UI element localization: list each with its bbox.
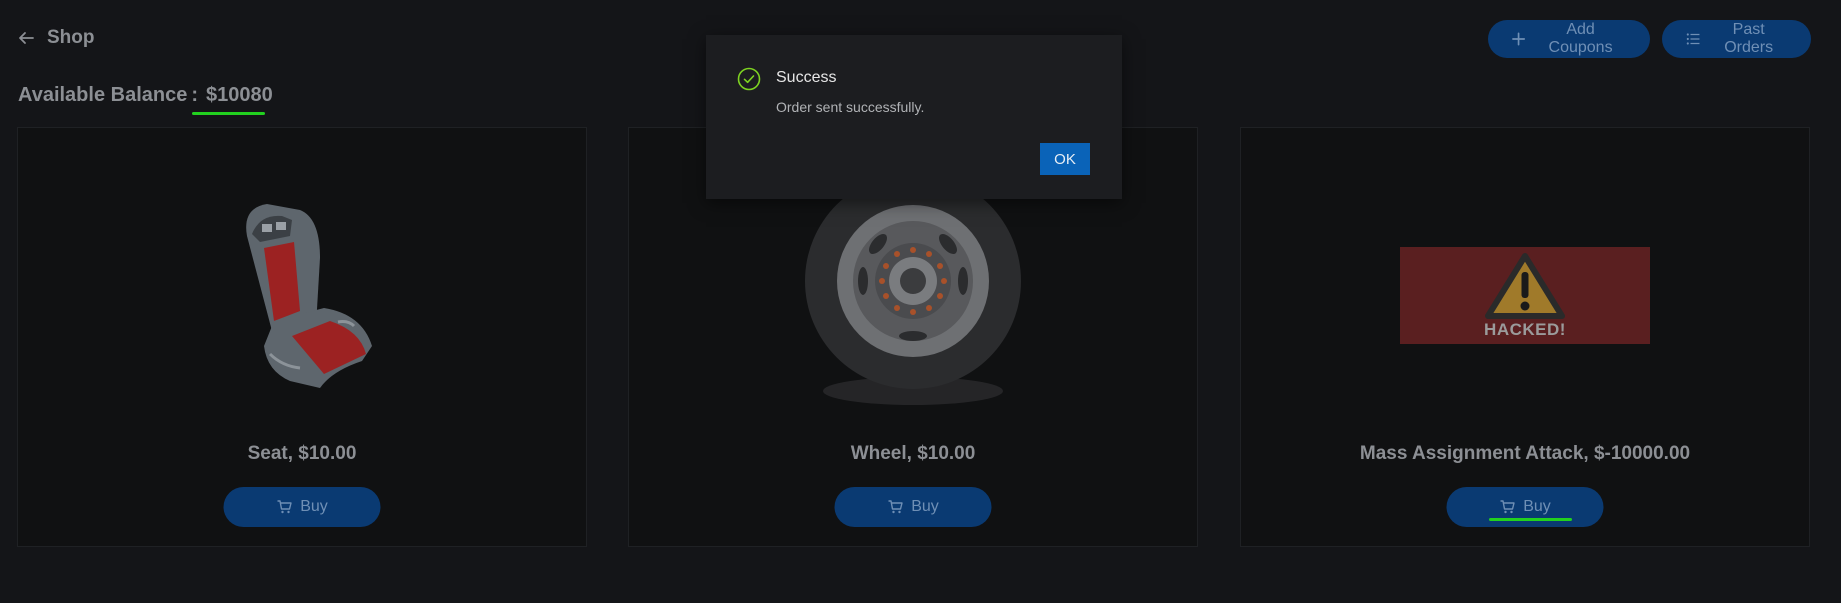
shop-page: Shop Add Coupons Past Orders Available B… — [0, 0, 1841, 603]
success-dialog: Success Order sent successfully. OK — [706, 35, 1122, 199]
car-wheel-image — [805, 175, 1021, 405]
product-title: Wheel, $10.00 — [850, 443, 976, 464]
buy-button-wheel[interactable]: Buy — [834, 487, 992, 527]
product-title: Seat, $10.00 — [247, 443, 357, 464]
page-header: Shop — [17, 27, 95, 49]
product-card-seat: Seat, $10.00 Buy — [17, 127, 587, 547]
past-orders-button[interactable]: Past Orders — [1662, 20, 1811, 58]
cart-icon — [277, 500, 292, 514]
buy-highlight-underline — [1489, 518, 1572, 521]
buy-button-mass-assignment[interactable]: Buy — [1446, 487, 1604, 527]
balance-label: Available Balance — [18, 84, 188, 106]
add-coupons-button[interactable]: Add Coupons — [1488, 20, 1650, 58]
page-title: Shop — [47, 27, 95, 48]
hacked-text: HACKED! — [1484, 319, 1566, 339]
product-title: Mass Assignment Attack, $-10000.00 — [1359, 443, 1691, 464]
product-card-mass-assignment: HACKED! Mass Assignment Attack, $-10000.… — [1240, 127, 1810, 547]
check-circle-icon — [737, 67, 761, 91]
hacked-warning-image: HACKED! — [1400, 247, 1650, 344]
product-image-wheel — [629, 173, 1197, 418]
buy-label: Buy — [911, 498, 939, 515]
top-actions: Add Coupons Past Orders — [1488, 20, 1811, 58]
dialog-title: Success — [776, 69, 837, 86]
balance-highlight-underline — [192, 112, 265, 115]
buy-button-seat[interactable]: Buy — [223, 487, 381, 527]
buy-label: Buy — [300, 498, 328, 515]
dialog-message: Order sent successfully. — [776, 99, 925, 115]
product-image-hacked: HACKED! — [1241, 173, 1809, 418]
balance-value: $10080 — [206, 84, 273, 106]
past-orders-label: Past Orders — [1724, 21, 1774, 56]
ok-button[interactable]: OK — [1040, 143, 1090, 175]
plus-icon — [1512, 32, 1526, 46]
list-icon — [1686, 33, 1700, 45]
warning-triangle-icon — [1485, 252, 1565, 319]
available-balance: Available Balance : $10080 — [18, 84, 273, 107]
cart-icon — [888, 500, 903, 514]
racing-seat-image — [246, 203, 372, 388]
cart-icon — [1500, 500, 1515, 514]
product-image-seat — [18, 173, 586, 418]
buy-label: Buy — [1523, 498, 1551, 515]
back-arrow-icon[interactable] — [17, 29, 35, 47]
add-coupons-label: Add Coupons — [1548, 21, 1613, 56]
balance-separator: : — [191, 84, 199, 106]
